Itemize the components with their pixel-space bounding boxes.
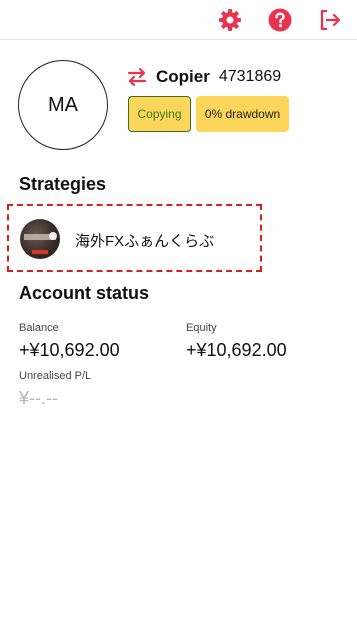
equity-label: Equity [186, 322, 217, 334]
top-bar [0, 0, 357, 40]
strategy-item[interactable]: 海外FXふぁんくらぶ [7, 204, 262, 272]
balance-value: +¥10,692.00 [19, 340, 120, 360]
strategy-name: 海外FXふぁんくらぶ [75, 233, 215, 250]
gear-icon[interactable] [218, 8, 242, 32]
role-label: Copier [156, 67, 210, 86]
account-id: 4731869 [218, 68, 282, 85]
unrealised-pl-value: ¥--.-- [19, 388, 58, 408]
equity-value: +¥10,692.00 [186, 340, 287, 360]
strategy-avatar [20, 219, 60, 259]
strategies-title: Strategies [19, 174, 107, 194]
unrealised-pl-label: Unrealised P/L [19, 370, 92, 382]
account-status-title: Account status [19, 283, 150, 303]
logout-arrow-icon[interactable] [318, 8, 342, 32]
drawdown-badge: 0% drawdown [196, 96, 289, 132]
question-mark-icon[interactable] [268, 8, 292, 32]
avatar: MA [18, 60, 108, 150]
avatar-initials: MA [48, 93, 78, 116]
swap-arrows-icon [127, 67, 147, 87]
role-row: Copier 4731869 [127, 65, 281, 89]
balance-label: Balance [19, 322, 59, 334]
copying-status-badge: Copying [128, 96, 191, 132]
